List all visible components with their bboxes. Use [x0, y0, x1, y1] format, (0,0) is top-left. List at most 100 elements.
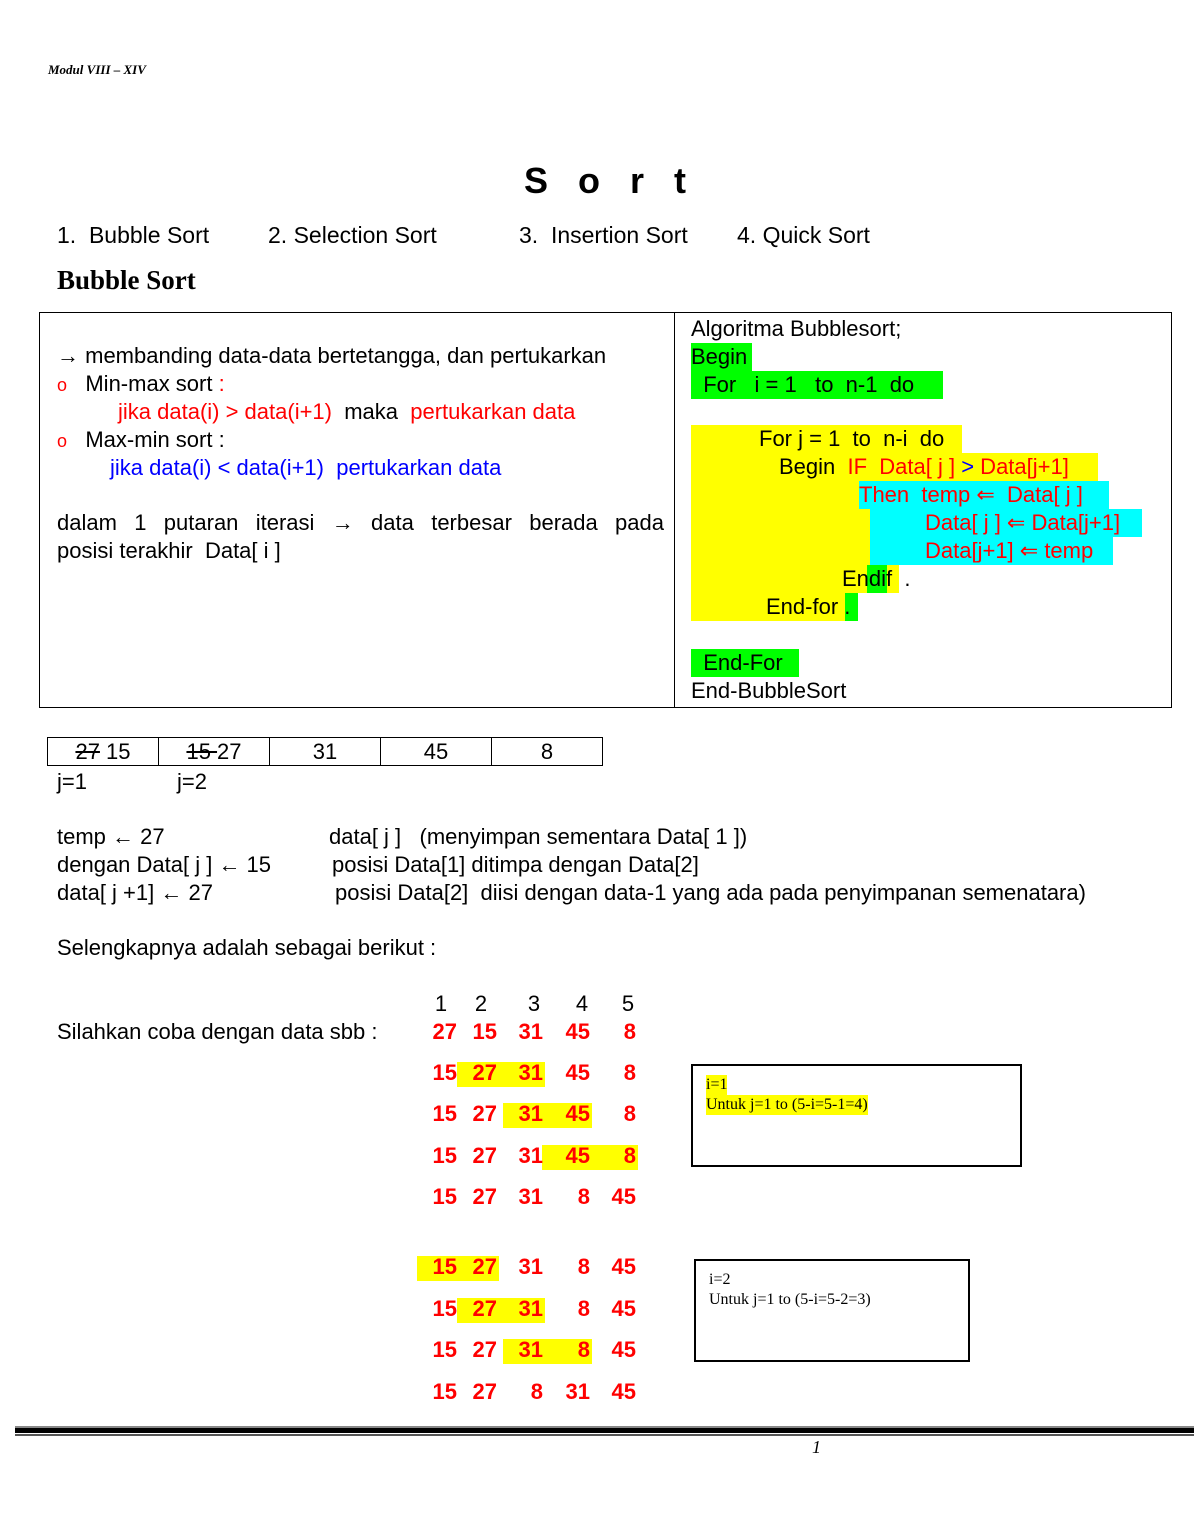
algo-endfor-inner-dot: . [838, 594, 851, 619]
swap-step-right: posisi Data[1] ditimpa dengan Data[2] [332, 852, 699, 877]
trace-value: 31 [565, 1379, 590, 1404]
minmax-heading: o Min-max sort : [57, 370, 225, 399]
trace-value: 15 [432, 1337, 457, 1362]
column-header: 5 [621, 991, 635, 1016]
highlight-then-left [691, 481, 859, 509]
algo-endif-text: Endif [842, 566, 893, 591]
array-cell: 15 27 [158, 737, 270, 766]
trace-value: 8 [577, 1296, 590, 1321]
running-header: Modul VIII – XIV [48, 62, 146, 77]
trace-value: 31 [518, 1019, 543, 1044]
minmax-label: Min-max sort [85, 371, 213, 396]
algo-if-operator: > [961, 454, 975, 479]
algo-begin-if: Begin IF Data[ j ] > Data[j+1] [779, 453, 1069, 481]
trace-value: 31 [518, 1296, 543, 1321]
trace-value: 15 [432, 1101, 457, 1126]
algo-endfor-inner: End-for . [766, 593, 850, 621]
trace-value: 15 [432, 1143, 457, 1168]
toc-item-insertion-sort: 3. Insertion Sort [519, 222, 688, 248]
trace-value: 15 [432, 1184, 457, 1209]
arrow-right-icon: → [57, 343, 79, 368]
column-header: 3 [527, 991, 541, 1016]
algo-title: Algoritma Bubblesort; [691, 316, 902, 341]
algo-endfor-inner-text: End-for [766, 594, 839, 619]
trace-value: 15 [432, 1379, 457, 1404]
trace-value: 15 [472, 1019, 497, 1044]
maxmin-label: Max-min sort : [85, 427, 225, 452]
table-row: 27 15 15 27 31 45 8 [47, 737, 603, 766]
trace-value: 8 [623, 1060, 636, 1085]
trace-value: 8 [623, 1019, 636, 1044]
index-label-j2: j=2 [177, 769, 207, 794]
page-title: S o r t [523, 160, 696, 201]
minmax-colon: : [212, 371, 225, 396]
note-line-1: i=1 [706, 1075, 728, 1095]
highlight-swap-left [691, 509, 870, 565]
trace-value: 27 [472, 1184, 497, 1209]
swap-step-left: dengan Data[ j ] ← 15 [57, 852, 272, 877]
trace-value: 45 [565, 1101, 590, 1126]
trace-value: 45 [565, 1019, 590, 1044]
cell-value: 27 [217, 738, 242, 764]
column-header: 4 [575, 991, 589, 1016]
bubble-sort-box: → membanding data-data bertetangga, dan … [39, 312, 1172, 708]
struck-value: 15 [186, 738, 218, 764]
cell-value: 31 [312, 738, 338, 764]
trace-value: 27 [472, 1060, 497, 1085]
trace-value: 27 [472, 1101, 497, 1126]
algo-begin: Begin [691, 344, 748, 369]
algo-for-j: For j = 1 to n-i do [759, 426, 945, 451]
swap-step-left: temp ← 27 [57, 824, 165, 849]
algo-swap2: Data[j+1] ⇐ temp [925, 538, 1094, 563]
trace-value: 8 [577, 1184, 590, 1209]
cell-value: 45 [423, 738, 449, 764]
trace-value: 31 [518, 1060, 543, 1085]
trace-value: 31 [518, 1254, 543, 1279]
summary-line-1: dalam 1 putaran iterasi → data terbesar … [57, 510, 664, 535]
toc-item-selection-sort: 2. Selection Sort [268, 222, 437, 248]
algo-if-cond-left: IF Data[ j ] [847, 454, 962, 479]
algo-begin-inner: Begin [779, 454, 848, 479]
algo-endif-dot: . [892, 566, 911, 591]
array-example-table: 27 15 15 27 31 45 8 [47, 737, 603, 766]
page-number: 1 [812, 1437, 821, 1457]
trace-value: 45 [611, 1184, 636, 1209]
index-label-j1: j=1 [57, 769, 87, 794]
summary-line-2: posisi terakhir Data[ i ] [57, 538, 281, 563]
trace-value: 45 [565, 1060, 590, 1085]
trace-value: 27 [472, 1254, 497, 1279]
trace-value: 15 [432, 1060, 457, 1085]
maxmin-heading: o Max-min sort : [57, 426, 225, 455]
trace-value: 31 [518, 1337, 543, 1362]
trace-value: 45 [611, 1254, 636, 1279]
trial-label: Silahkan coba dengan data sbb : [57, 1019, 378, 1044]
struck-value: 27 [75, 738, 100, 764]
algo-endif: Endif . [842, 565, 911, 593]
algo-for-i: For i = 1 to n-1 do [691, 372, 915, 397]
column-header: 1 [434, 991, 448, 1016]
intro-line: → membanding data-data bertetangga, dan … [57, 342, 606, 370]
trace-value: 31 [518, 1143, 543, 1168]
array-cell: 27 15 [47, 737, 159, 766]
algo-swap1: Data[ j ] ⇐ Data[j+1] [925, 510, 1121, 535]
trace-value: 15 [432, 1254, 457, 1279]
minmax-rule: jika data(i) > data(i+1) maka pertukarka… [118, 398, 575, 426]
trace-value: 45 [611, 1296, 636, 1321]
array-cell: 31 [269, 737, 381, 766]
trace-value: 8 [577, 1254, 590, 1279]
trace-value: 8 [623, 1101, 636, 1126]
trace-value: 27 [472, 1143, 497, 1168]
swap-step-left: data[ j +1] ← 27 [57, 880, 213, 905]
swap-step-right: data[ j ] (menyimpan sementara Data[ 1 ]… [329, 824, 748, 849]
toc-item-quick-sort: 4. Quick Sort [737, 222, 870, 248]
section-heading: Bubble Sort [57, 265, 196, 295]
swap-step-right: posisi Data[2] diisi dengan data-1 yang … [335, 880, 1086, 905]
algo-then: Then temp ⇐ Data[ j ] [859, 482, 1083, 507]
continue-text: Selengkapnya adalah sebagai berikut : [57, 935, 437, 960]
column-divider [674, 313, 675, 707]
trace-value: 27 [472, 1379, 497, 1404]
bullet-circle-icon: o [57, 431, 68, 451]
trace-value: 8 [530, 1379, 543, 1404]
bullet-circle-icon: o [57, 375, 68, 395]
array-cell: 8 [491, 737, 603, 766]
